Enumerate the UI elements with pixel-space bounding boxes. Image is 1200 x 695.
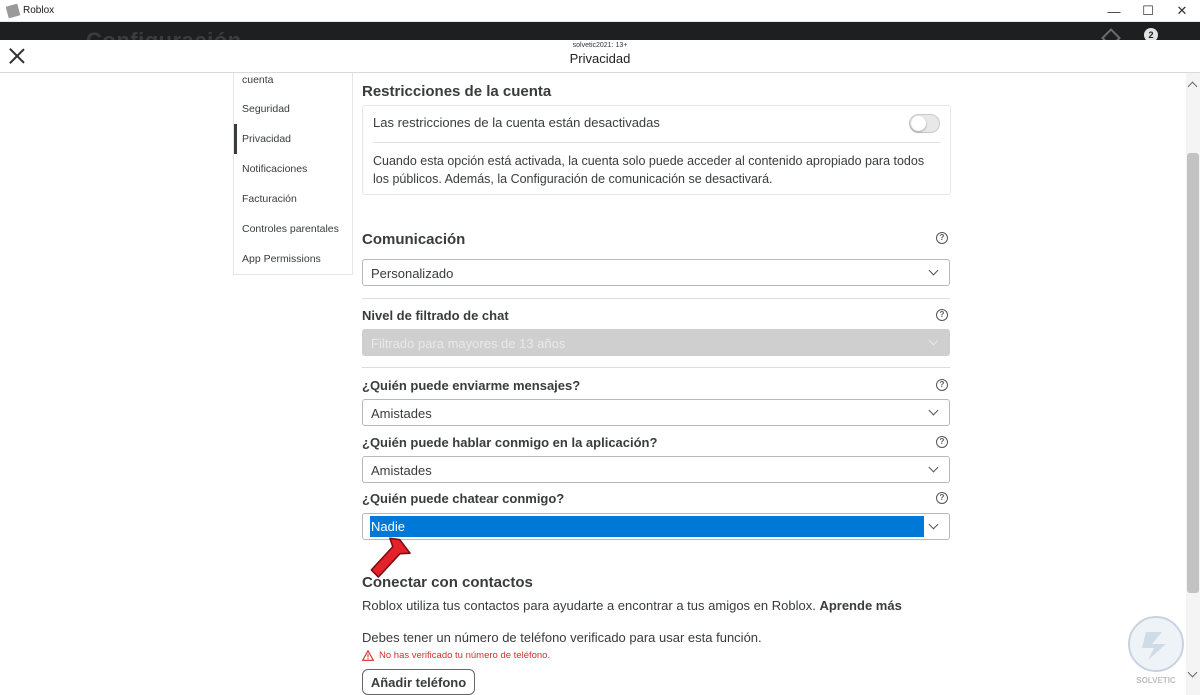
communication-preset-select[interactable]: Personalizado xyxy=(362,259,950,286)
notification-badge: 2 xyxy=(1144,28,1158,40)
background-icons: 2 xyxy=(1101,26,1164,40)
chevron-down-icon xyxy=(928,335,939,346)
add-phone-button[interactable]: Añadir teléfono xyxy=(362,669,475,695)
help-icon[interactable]: ? xyxy=(936,232,948,244)
chevron-down-icon xyxy=(928,265,939,276)
chevron-down-icon xyxy=(928,405,939,416)
selection-highlight xyxy=(370,516,924,537)
select-value: Amistades xyxy=(371,406,432,421)
chat-select[interactable]: Nadie xyxy=(362,513,950,540)
contacts-description: Roblox utiliza tus contactos para ayudar… xyxy=(362,598,816,613)
messages-label: ¿Quién puede enviarme mensajes? xyxy=(362,378,581,393)
robux-icon xyxy=(1101,28,1121,40)
window-titlebar: Roblox — ☐ ✕ xyxy=(0,0,1200,22)
learn-more-link[interactable]: Aprende más xyxy=(819,598,901,613)
page-title: Privacidad xyxy=(569,51,631,66)
select-value: Filtrado para mayores de 13 años xyxy=(371,336,566,351)
phone-warning: No has verificado tu número de teléfono. xyxy=(362,650,550,661)
select-value: Nadie xyxy=(371,519,405,534)
communication-heading: Comunicación xyxy=(362,231,466,248)
window-close-button[interactable]: ✕ xyxy=(1162,0,1200,22)
watermark-logo: SOLVETIC xyxy=(1118,612,1194,692)
settings-sidebar: cuenta Seguridad Privacidad Notificacion… xyxy=(233,73,353,275)
toggle-knob xyxy=(911,116,926,131)
sidebar-item-cuenta[interactable]: cuenta xyxy=(234,65,353,95)
chat-filter-label: Nivel de filtrado de chat xyxy=(362,308,509,323)
sidebar-item-controles-parentales[interactable]: Controles parentales xyxy=(234,214,353,244)
section-divider xyxy=(362,367,950,368)
restrictions-description: Cuando esta opción está activada, la cue… xyxy=(373,154,925,186)
chat-label: ¿Quién puede chatear conmigo? xyxy=(362,491,565,506)
window-title: Roblox xyxy=(23,5,55,16)
scroll-up-icon[interactable] xyxy=(1187,81,1198,92)
warning-icon xyxy=(362,650,374,661)
restrictions-toggle-label: Las restricciones de la cuenta están des… xyxy=(373,115,660,130)
restrictions-card: Las restricciones de la cuenta están des… xyxy=(362,105,951,195)
help-icon[interactable]: ? xyxy=(936,492,948,504)
restrictions-toggle[interactable] xyxy=(909,114,940,133)
select-value: Personalizado xyxy=(371,266,454,281)
app-talk-label: ¿Quién puede hablar conmigo en la aplica… xyxy=(362,435,658,450)
roblox-logo-icon xyxy=(5,3,21,18)
app-talk-select[interactable]: Amistades xyxy=(362,456,950,483)
help-icon[interactable]: ? xyxy=(936,436,948,448)
chevron-down-icon xyxy=(928,462,939,473)
watermark-icon xyxy=(1128,616,1184,672)
select-value: Amistades xyxy=(371,463,432,478)
background-page-title: Configuración xyxy=(86,28,242,40)
sidebar-item-seguridad[interactable]: Seguridad xyxy=(234,94,353,124)
messages-select[interactable]: Amistades xyxy=(362,399,950,426)
background-page-strip: Configuración 2 xyxy=(0,22,1200,40)
chat-filter-select: Filtrado para mayores de 13 años xyxy=(362,329,950,356)
card-divider xyxy=(373,142,941,143)
sidebar-item-app-permissions[interactable]: App Permissions xyxy=(234,244,353,274)
chevron-down-icon xyxy=(928,519,939,530)
modal-header: solvetic2021: 13+ Privacidad xyxy=(0,40,1200,73)
section-divider xyxy=(362,298,950,299)
restrictions-heading: Restricciones de la cuenta xyxy=(362,83,552,100)
scrollbar-thumb[interactable] xyxy=(1187,153,1199,593)
sidebar-item-notificaciones[interactable]: Notificaciones xyxy=(234,154,353,184)
help-icon[interactable]: ? xyxy=(936,309,948,321)
sidebar-item-privacidad[interactable]: Privacidad xyxy=(234,124,353,154)
vertical-scrollbar[interactable] xyxy=(1186,73,1200,695)
annotation-arrow-icon xyxy=(370,537,411,578)
sidebar-item-facturacion[interactable]: Facturación xyxy=(234,184,353,214)
warning-text: No has verificado tu número de teléfono. xyxy=(379,650,551,661)
watermark-text: SOLVETIC xyxy=(1136,676,1176,685)
contacts-description-line: Roblox utiliza tus contactos para ayudar… xyxy=(362,598,902,613)
username-label: solvetic2021: 13+ xyxy=(572,42,628,49)
help-icon[interactable]: ? xyxy=(936,379,948,391)
phone-requirement: Debes tener un número de teléfono verifi… xyxy=(362,630,762,645)
